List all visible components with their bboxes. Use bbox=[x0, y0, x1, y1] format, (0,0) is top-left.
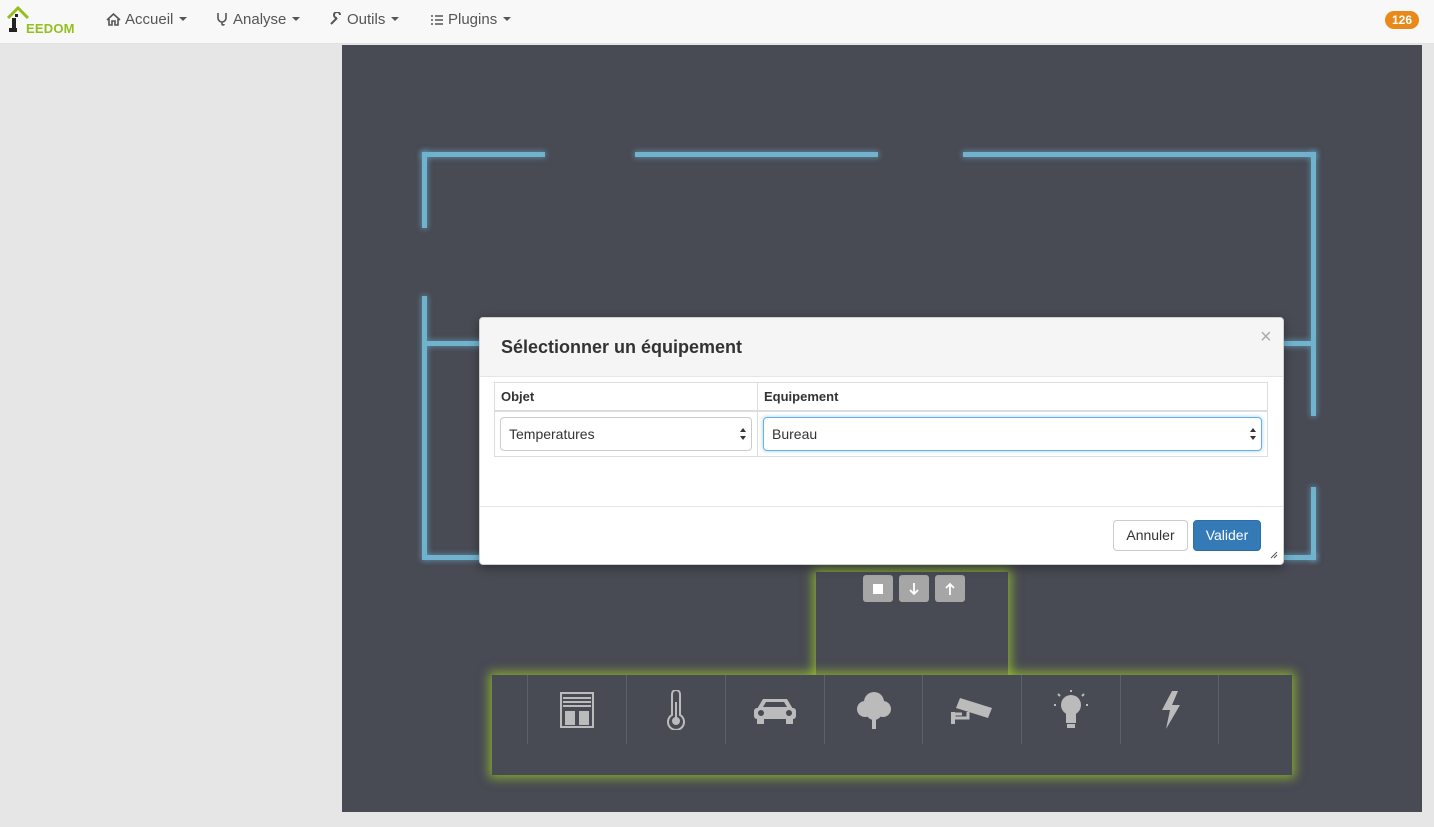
nav-plugins-label: Plugins bbox=[448, 11, 498, 28]
home-icon bbox=[106, 12, 121, 26]
selection-table: Objet Equipement Temperatures Bureau bbox=[494, 382, 1268, 457]
lightbulb-tile[interactable] bbox=[1021, 675, 1120, 744]
chevron-down-icon bbox=[391, 17, 400, 21]
arrow-up-icon[interactable] bbox=[935, 575, 965, 602]
wall bbox=[1280, 341, 1311, 346]
equipement-select-value: Bureau bbox=[772, 425, 818, 442]
nav-accueil-label: Accueil bbox=[125, 11, 174, 28]
notification-badge[interactable]: 126 bbox=[1385, 11, 1419, 29]
arrow-down-icon[interactable] bbox=[899, 575, 929, 602]
select-equipment-modal: Sélectionner un équipement × Objet Equip… bbox=[479, 317, 1284, 565]
thermometer-icon bbox=[667, 689, 685, 730]
brand-name: EEDOM bbox=[26, 21, 75, 36]
nav-plugins[interactable]: Plugins bbox=[430, 11, 512, 28]
tile-divider bbox=[1218, 675, 1219, 744]
wrench-icon bbox=[330, 11, 341, 25]
thermometer-tile[interactable] bbox=[626, 675, 725, 744]
resize-grip-icon[interactable] bbox=[1270, 551, 1278, 559]
nav-analyse[interactable]: Analyse bbox=[216, 11, 301, 28]
objet-select-value: Temperatures bbox=[509, 425, 595, 442]
wall bbox=[1311, 487, 1316, 560]
shutter-tile[interactable] bbox=[527, 675, 626, 744]
top-navbar: EEDOM Accueil Analyse Outils Plugins 126 bbox=[0, 0, 1434, 44]
chevron-down-icon bbox=[503, 17, 512, 21]
camera-tile[interactable] bbox=[922, 675, 1021, 744]
lightning-tile[interactable] bbox=[1120, 675, 1219, 744]
equipement-cell: Bureau bbox=[757, 410, 1268, 457]
modal-title: Sélectionner un équipement bbox=[501, 337, 743, 357]
select-arrows-icon bbox=[740, 427, 746, 440]
nav-analyse-label: Analyse bbox=[233, 11, 287, 28]
chevron-down-icon bbox=[292, 17, 301, 21]
objet-select[interactable]: Temperatures bbox=[500, 416, 752, 451]
chevron-down-icon bbox=[179, 17, 188, 21]
car-tile[interactable] bbox=[725, 675, 824, 744]
validate-button[interactable]: Valider bbox=[1193, 520, 1261, 551]
car-icon bbox=[754, 698, 796, 724]
wall bbox=[422, 152, 427, 228]
tasks-icon bbox=[431, 15, 443, 25]
nav-outils-label: Outils bbox=[347, 11, 386, 28]
tree-icon bbox=[857, 691, 891, 729]
wall bbox=[427, 555, 487, 560]
camera-icon bbox=[951, 697, 992, 724]
nav-accueil[interactable]: Accueil bbox=[106, 11, 188, 28]
select-arrows-icon bbox=[1250, 427, 1256, 440]
column-header-objet: Objet bbox=[494, 382, 758, 412]
close-icon[interactable]: × bbox=[1260, 327, 1272, 347]
wall bbox=[1311, 152, 1316, 416]
modal-header: Sélectionner un équipement × bbox=[480, 318, 1283, 377]
lightning-icon bbox=[1162, 690, 1180, 729]
nav-outils[interactable]: Outils bbox=[329, 11, 400, 28]
wall bbox=[635, 152, 878, 157]
wall bbox=[963, 152, 1316, 157]
table-row: Temperatures Bureau bbox=[494, 410, 1268, 457]
modal-footer-divider bbox=[480, 506, 1283, 507]
lightbulb-icon bbox=[1054, 689, 1088, 728]
wall bbox=[427, 341, 487, 346]
square-icon[interactable] bbox=[863, 575, 893, 602]
cancel-button[interactable]: Annuler bbox=[1113, 520, 1188, 551]
equipement-select[interactable]: Bureau bbox=[763, 416, 1262, 451]
tree-tile[interactable] bbox=[824, 675, 923, 744]
stethoscope-icon bbox=[217, 13, 227, 26]
column-header-equipement: Equipement bbox=[757, 382, 1268, 412]
objet-cell: Temperatures bbox=[494, 410, 758, 457]
jeedom-logo[interactable]: EEDOM bbox=[6, 4, 80, 36]
shutter-icon bbox=[560, 691, 594, 728]
wall bbox=[422, 152, 545, 157]
wall bbox=[422, 296, 427, 560]
